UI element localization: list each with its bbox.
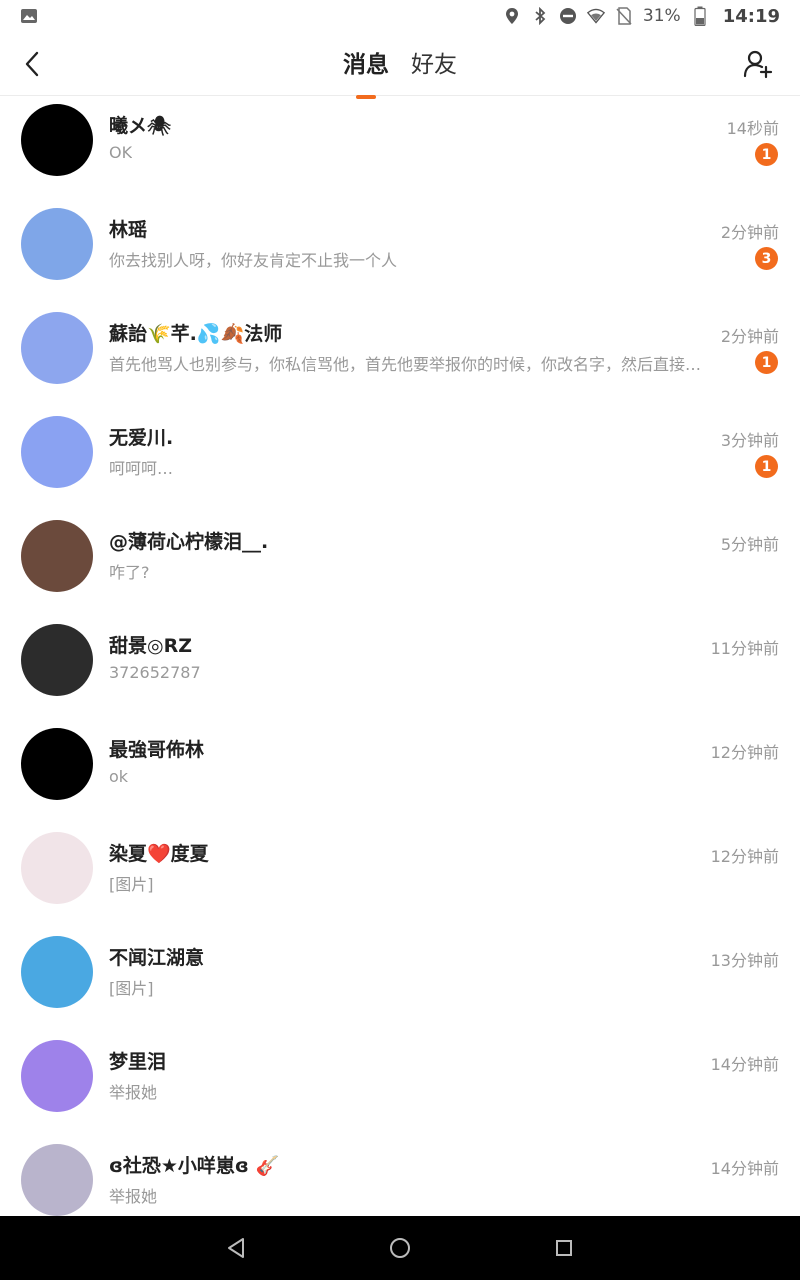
- contact-name: ɞ社恐★小咩崽ɞ 🎸: [109, 1155, 280, 1177]
- avatar[interactable]: [21, 1040, 93, 1112]
- nav-back-button[interactable]: [220, 1232, 252, 1264]
- message-preview: 举报她: [109, 1083, 158, 1102]
- message-time: 5分钟前: [720, 535, 779, 554]
- conversation-row[interactable]: 染夏❤️度夏 [图片] 12分钟前: [0, 825, 800, 929]
- conversation-row[interactable]: 曦メ🕷 OK 14秒前 1: [0, 97, 800, 201]
- add-friend-button[interactable]: [742, 46, 774, 82]
- avatar[interactable]: [21, 208, 93, 280]
- tab-messages[interactable]: 消息: [343, 45, 389, 83]
- clock: 14:19: [722, 5, 780, 27]
- conversation-row[interactable]: ɞ社恐★小咩崽ɞ 🎸 举报她 14分钟前: [0, 1137, 800, 1216]
- location-icon: [503, 7, 521, 25]
- avatar[interactable]: [21, 520, 93, 592]
- conversation-row[interactable]: 梦里泪 举报她 14分钟前: [0, 1033, 800, 1137]
- conversation-list: 曦メ🕷 OK 14秒前 1 林瑶 你去找别人呀，你好友肯定不止我一个人 2分钟前…: [0, 97, 800, 1216]
- contact-name: 林瑶: [109, 219, 148, 241]
- message-time: 14秒前: [726, 119, 779, 138]
- tab-bar: 消息 好友: [0, 32, 800, 96]
- contact-name: 曦メ🕷: [109, 115, 172, 137]
- avatar[interactable]: [21, 832, 93, 904]
- contact-name: 不闻江湖意: [109, 947, 205, 969]
- message-time: 3分钟前: [720, 431, 779, 450]
- contact-name: 无爱川.: [109, 427, 174, 449]
- message-preview: 呵呵呵…: [109, 459, 174, 478]
- battery-icon: [691, 6, 709, 26]
- no-sim-icon: [615, 7, 633, 25]
- contact-name: 梦里泪: [109, 1051, 167, 1073]
- conversation-row[interactable]: 最強哥佈林 ok 12分钟前: [0, 721, 800, 825]
- contact-name: 最強哥佈林: [109, 739, 205, 761]
- contact-name: 甜景◎RZ: [109, 635, 192, 657]
- message-time: 2分钟前: [720, 223, 779, 242]
- recents-square-icon: [556, 1240, 572, 1256]
- message-preview: 你去找别人呀，你好友肯定不止我一个人: [109, 251, 398, 270]
- conversation-row[interactable]: 蘇詒🌾芊.💦🍂法师 首先他骂人也别参与，你私信骂他，首先他要举报你的时候，你改名…: [0, 305, 800, 409]
- contact-name: @薄荷心柠檬泪__.: [109, 531, 269, 553]
- message-time: 2分钟前: [720, 327, 779, 346]
- wifi-icon: [586, 7, 605, 25]
- message-preview: 372652787: [109, 663, 201, 682]
- message-preview: 首先他骂人也别参与，你私信骂他，首先他要举报你的时候，你改名字，然后直接改…: [109, 355, 714, 374]
- avatar[interactable]: [21, 728, 93, 800]
- message-preview: ok: [109, 767, 129, 786]
- message-time: 12分钟前: [710, 743, 779, 762]
- avatar[interactable]: [21, 624, 93, 696]
- contact-name: 蘇詒🌾芊.💦🍂法师: [109, 323, 283, 345]
- avatar[interactable]: [21, 936, 93, 1008]
- message-preview: 举报她: [109, 1187, 158, 1206]
- conversation-row[interactable]: 不闻江湖意 [图片] 13分钟前: [0, 929, 800, 1033]
- bluetooth-icon: [531, 7, 549, 25]
- unread-badge: 3: [755, 247, 778, 270]
- image-icon: [20, 7, 38, 25]
- conversation-row[interactable]: 无爱川. 呵呵呵… 3分钟前 1: [0, 409, 800, 513]
- avatar[interactable]: [21, 104, 93, 176]
- unread-badge: 1: [755, 455, 778, 478]
- message-preview: OK: [109, 143, 133, 162]
- message-time: 11分钟前: [710, 639, 779, 658]
- unread-badge: 1: [755, 351, 778, 374]
- message-preview: [图片]: [109, 979, 154, 998]
- message-preview: 咋了?: [109, 563, 150, 582]
- message-preview: [图片]: [109, 875, 154, 894]
- home-circle-icon: [390, 1238, 410, 1258]
- add-friend-icon: [743, 50, 773, 79]
- top-header: 消息 好友: [0, 32, 800, 96]
- back-triangle-icon: [228, 1238, 244, 1258]
- avatar[interactable]: [21, 1144, 93, 1216]
- battery-percent: 31%: [642, 6, 681, 26]
- message-time: 14分钟前: [710, 1159, 779, 1178]
- message-time: 12分钟前: [710, 847, 779, 866]
- avatar[interactable]: [21, 416, 93, 488]
- contact-name: 染夏❤️度夏: [109, 843, 209, 865]
- conversation-row[interactable]: @薄荷心柠檬泪__. 咋了? 5分钟前: [0, 513, 800, 617]
- avatar[interactable]: [21, 312, 93, 384]
- conversation-row[interactable]: 林瑶 你去找别人呀，你好友肯定不止我一个人 2分钟前 3: [0, 201, 800, 305]
- message-time: 13分钟前: [710, 951, 779, 970]
- tab-friends[interactable]: 好友: [411, 45, 457, 83]
- unread-badge: 1: [755, 143, 778, 166]
- nav-recents-button[interactable]: [548, 1232, 580, 1264]
- message-time: 14分钟前: [710, 1055, 779, 1074]
- do-not-disturb-icon: [559, 7, 577, 25]
- system-nav-bar: [0, 1216, 800, 1280]
- conversation-row[interactable]: 甜景◎RZ 372652787 11分钟前: [0, 617, 800, 721]
- nav-home-button[interactable]: [384, 1232, 416, 1264]
- status-bar: 31% 14:19: [0, 0, 800, 32]
